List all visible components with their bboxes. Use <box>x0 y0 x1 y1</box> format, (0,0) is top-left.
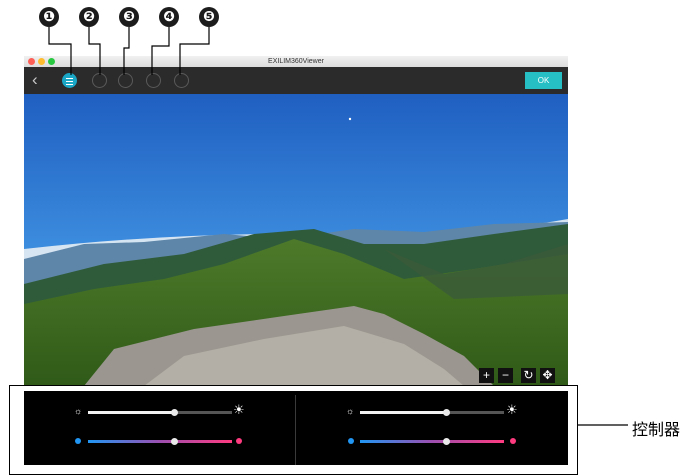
panorama-view[interactable] <box>24 94 568 386</box>
toolbar: ‹ OK <box>24 67 568 94</box>
callout-1: ❶ <box>39 7 59 27</box>
zoom-in-button[interactable]: + <box>479 368 494 383</box>
view-mode-4-button[interactable] <box>174 73 189 88</box>
view-mode-3-button[interactable] <box>146 73 161 88</box>
sliders-icon[interactable] <box>62 73 77 88</box>
callout-4: ❹ <box>159 7 179 27</box>
move-button[interactable]: ✥ <box>540 368 555 383</box>
controls-outline <box>9 385 578 475</box>
callout-2: ❷ <box>79 7 99 27</box>
ok-button[interactable]: OK <box>525 72 562 89</box>
view-mode-2-button[interactable] <box>118 73 133 88</box>
chevron-left-icon[interactable]: ‹ <box>32 70 38 90</box>
view-mode-1-button[interactable] <box>92 73 107 88</box>
controls-label: 控制器 <box>632 420 681 439</box>
callout-5: ❺ <box>199 7 219 27</box>
zoom-out-button[interactable]: − <box>498 368 513 383</box>
window-title: EXILIM360Viewer <box>268 58 324 65</box>
title-bar: EXILIM360Viewer <box>24 56 568 67</box>
rotate-button[interactable]: ↻ <box>521 368 536 383</box>
callout-3: ❸ <box>119 7 139 27</box>
app-window: EXILIM360Viewer ‹ OK + − ↻ ✥ <box>24 56 568 386</box>
